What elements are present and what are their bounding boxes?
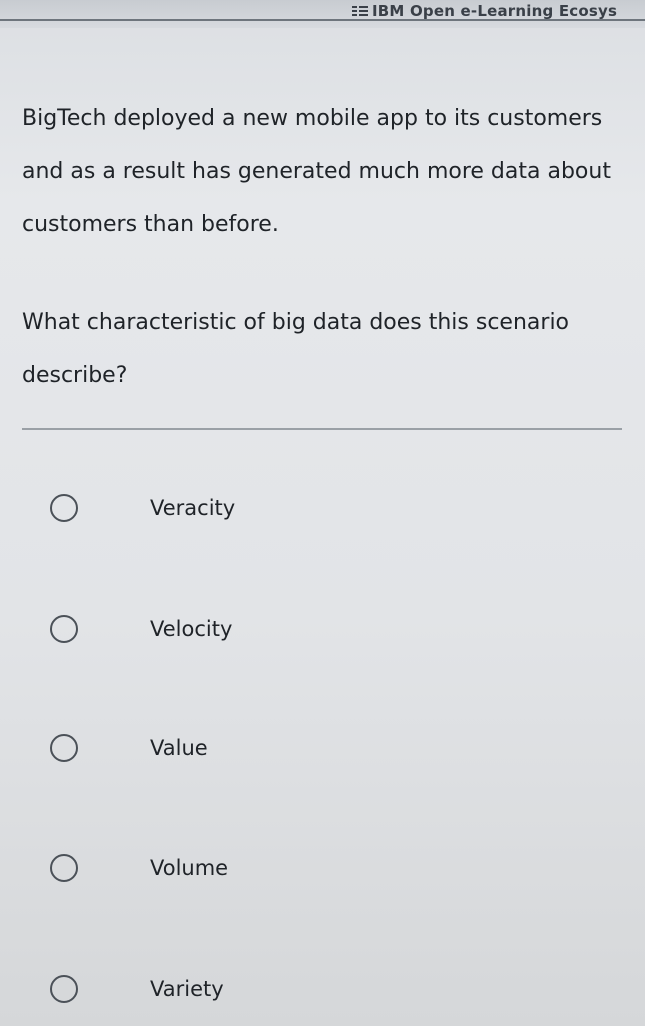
- brand-header: IBM Open e-Learning Ecosys: [352, 2, 617, 20]
- radio-button-veracity[interactable]: [50, 494, 78, 522]
- option-value[interactable]: Value: [50, 726, 590, 770]
- option-volume[interactable]: Volume: [50, 846, 590, 890]
- radio-button-velocity[interactable]: [50, 615, 78, 643]
- ibm-logo-icon: [352, 5, 368, 16]
- option-label-veracity: Veracity: [150, 496, 236, 520]
- question-text: BigTech deployed a new mobile app to its…: [22, 106, 611, 237]
- option-label-volume: Volume: [150, 856, 229, 880]
- option-variety[interactable]: Variety: [50, 967, 590, 1011]
- option-velocity[interactable]: Velocity: [50, 607, 590, 651]
- radio-button-volume[interactable]: [50, 854, 78, 882]
- option-veracity[interactable]: Veracity: [50, 486, 590, 530]
- brand-title: IBM Open e-Learning Ecosys: [372, 2, 618, 20]
- option-label-variety: Variety: [150, 977, 224, 1001]
- question-prompt: What characteristic of big data does thi…: [22, 310, 570, 388]
- radio-button-value[interactable]: [50, 734, 78, 762]
- top-bar: IBM Open e-Learning Ecosys: [0, 0, 645, 28]
- question-divider: [22, 428, 622, 430]
- option-label-value: Value: [150, 736, 208, 760]
- radio-button-variety[interactable]: [50, 975, 78, 1003]
- option-label-velocity: Velocity: [150, 617, 233, 641]
